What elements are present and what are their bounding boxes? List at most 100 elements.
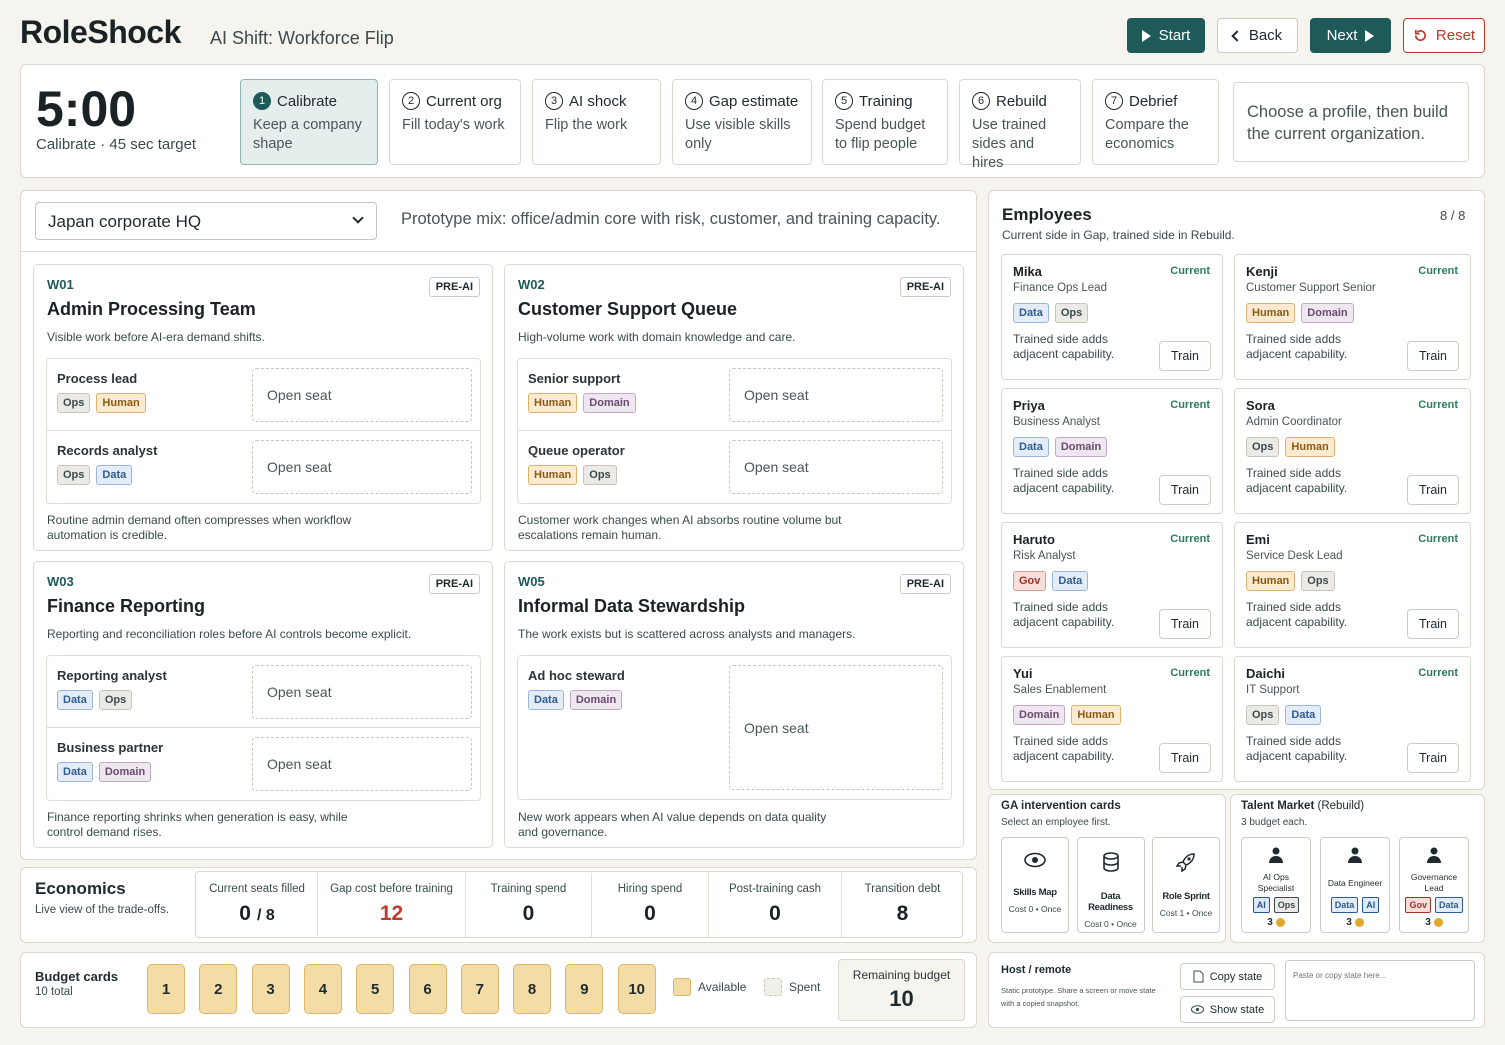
step-title: Training <box>859 92 913 110</box>
train-button[interactable]: Train <box>1407 609 1459 639</box>
reset-icon <box>1414 29 1426 42</box>
employee-card[interactable]: Sora Admin Coordinator Current Ops Human Trai… <box>1234 388 1471 514</box>
next-button[interactable]: Next <box>1310 18 1391 53</box>
train-button[interactable]: Train <box>1159 743 1211 773</box>
train-button[interactable]: Train <box>1159 609 1211 639</box>
step-3[interactable]: 3 AI shock Flip the work <box>532 79 661 165</box>
open-seat-slot[interactable]: Open seat <box>729 368 943 422</box>
skill-tags: Human Domain <box>528 393 636 413</box>
skill-tag: Ops <box>583 465 617 485</box>
work-title: Customer Support Queue <box>518 299 738 319</box>
budget-card[interactable]: 10 <box>617 964 656 1014</box>
open-seat-slot[interactable]: Open seat <box>252 665 472 719</box>
open-seat-slot[interactable]: Open seat <box>252 440 472 494</box>
budget-card[interactable]: 4 <box>303 964 342 1014</box>
talent-subtitle: 3 budget each. <box>1241 817 1308 828</box>
employee-role: Finance Ops Lead <box>1013 282 1107 294</box>
step-7[interactable]: 7 Debrief Compare the economics <box>1092 79 1219 165</box>
skill-tag: Human <box>1246 303 1296 323</box>
step-number: 6 <box>972 92 990 110</box>
skill-tag: Ops <box>1273 897 1300 913</box>
employee-card[interactable]: Mika Finance Ops Lead Current Data Ops Traine… <box>1001 254 1223 380</box>
employee-card[interactable]: Kenji Customer Support Senior Current Human… <box>1234 254 1471 380</box>
step-number: 7 <box>1105 92 1123 110</box>
metric-value: 0 <box>769 902 781 925</box>
state-textarea[interactable] <box>1285 960 1475 1021</box>
budget-card[interactable]: 3 <box>251 964 290 1014</box>
profile-select[interactable]: Japan corporate HQ <box>35 202 377 240</box>
budget-card[interactable]: 2 <box>199 964 238 1014</box>
role-name: Ad hoc steward <box>528 668 625 683</box>
talent-name: Data Engineer <box>1327 877 1383 888</box>
budget-card[interactable]: 9 <box>565 964 604 1014</box>
talent-card[interactable]: Data Engineer Data AI 3 <box>1320 837 1390 933</box>
step-6[interactable]: 6 Rebuild Use trained sides and hires <box>959 79 1081 171</box>
step-5[interactable]: 5 Training Spend budget to flip people <box>822 79 948 165</box>
step-title: Current org <box>426 92 502 110</box>
step-desc: Flip the work <box>545 117 628 133</box>
chevron-left-icon <box>1231 29 1243 42</box>
metric-label: Transition debt <box>864 883 941 895</box>
employee-card[interactable]: Yui Sales Enablement Current Domain Human Tra… <box>1001 656 1223 782</box>
economics-subtitle: Live view of the trade-offs. <box>35 904 170 916</box>
employee-status: Current <box>1170 265 1210 277</box>
employee-card[interactable]: Daichi IT Support Current Ops Data Trained si… <box>1234 656 1471 782</box>
ga-card-name: Role Sprint <box>1162 891 1210 902</box>
cost-value: 3 <box>1425 917 1431 928</box>
ga-card[interactable]: Skills Map Cost 0 • Once <box>1001 837 1069 933</box>
budget-card[interactable]: 7 <box>460 964 499 1014</box>
budget-card[interactable]: 1 <box>147 964 185 1014</box>
talent-title: Talent Market (Rebuild) <box>1241 800 1365 812</box>
step-4[interactable]: 4 Gap estimate Use visible skills only <box>672 79 812 165</box>
open-seat-slot[interactable]: Open seat <box>729 665 943 790</box>
copy-state-button[interactable]: Copy state <box>1180 963 1275 990</box>
work-footnote: Finance reporting shrinks when generatio… <box>47 810 348 839</box>
budget-card[interactable]: 5 <box>356 964 395 1014</box>
step-1[interactable]: 1 Calibrate Keep a company shape <box>240 79 378 165</box>
skill-tag: Ops <box>1301 571 1335 591</box>
work-desc: High-volume work with domain knowledge a… <box>518 330 796 344</box>
budget-card[interactable]: 6 <box>408 964 447 1014</box>
train-button[interactable]: Train <box>1407 475 1459 505</box>
rocket-icon <box>1153 852 1219 877</box>
reset-button[interactable]: Reset <box>1403 18 1485 53</box>
talent-card[interactable]: AI Ops Specialist AI Ops 3 <box>1241 837 1311 933</box>
open-seat-slot[interactable]: Open seat <box>252 737 472 791</box>
skill-tag: Ops <box>1246 705 1280 725</box>
start-button[interactable]: Start <box>1127 18 1205 53</box>
employee-card[interactable]: Emi Service Desk Lead Current Human Ops Train… <box>1234 522 1471 648</box>
phase-badge: PRE-AI <box>899 574 951 594</box>
budget-card[interactable]: 8 <box>513 964 552 1014</box>
skill-tag: Domain <box>98 762 152 782</box>
talent-card[interactable]: Governance Lead Gov Data 3 <box>1399 837 1469 933</box>
skill-tags: Domain Human <box>1013 705 1121 725</box>
train-button[interactable]: Train <box>1407 341 1459 371</box>
database-icon <box>1078 852 1144 877</box>
open-seat-slot[interactable]: Open seat <box>252 368 472 422</box>
show-state-button[interactable]: Show state <box>1180 996 1275 1023</box>
role-name: Records analyst <box>57 443 158 458</box>
employee-card[interactable]: Haruto Risk Analyst Current Gov Data Trained … <box>1001 522 1223 648</box>
open-seat-slot[interactable]: Open seat <box>729 440 943 494</box>
metric: Current seats filled 0 / 8 <box>197 873 318 937</box>
step-title: AI shock <box>569 92 627 110</box>
ga-card[interactable]: Role Sprint Cost 1 • Once <box>1152 837 1220 933</box>
employee-card[interactable]: Priya Business Analyst Current Data Domain Tr… <box>1001 388 1223 514</box>
role-name: Process lead <box>57 371 138 386</box>
skill-tags: Data Ops <box>57 690 133 710</box>
metric-value: 12 <box>379 902 404 925</box>
train-button[interactable]: Train <box>1159 475 1211 505</box>
phase-badge: PRE-AI <box>899 277 951 297</box>
train-button[interactable]: Train <box>1407 743 1459 773</box>
skill-tags: Ops Data <box>57 465 133 485</box>
ga-card[interactable]: Data Readiness Cost 0 • Once <box>1076 837 1145 933</box>
train-button[interactable]: Train <box>1159 341 1211 371</box>
role-row: Senior support Human Domain Open seat <box>518 359 951 431</box>
step-2[interactable]: 2 Current org Fill today's work <box>389 79 521 165</box>
back-button[interactable]: Back <box>1217 18 1298 53</box>
employee-role: Business Analyst <box>1013 416 1100 428</box>
step-number: 3 <box>545 92 563 110</box>
available-swatch <box>673 978 691 996</box>
skill-tags: AI Ops <box>1242 897 1310 913</box>
skill-tag: Data <box>1285 705 1322 725</box>
